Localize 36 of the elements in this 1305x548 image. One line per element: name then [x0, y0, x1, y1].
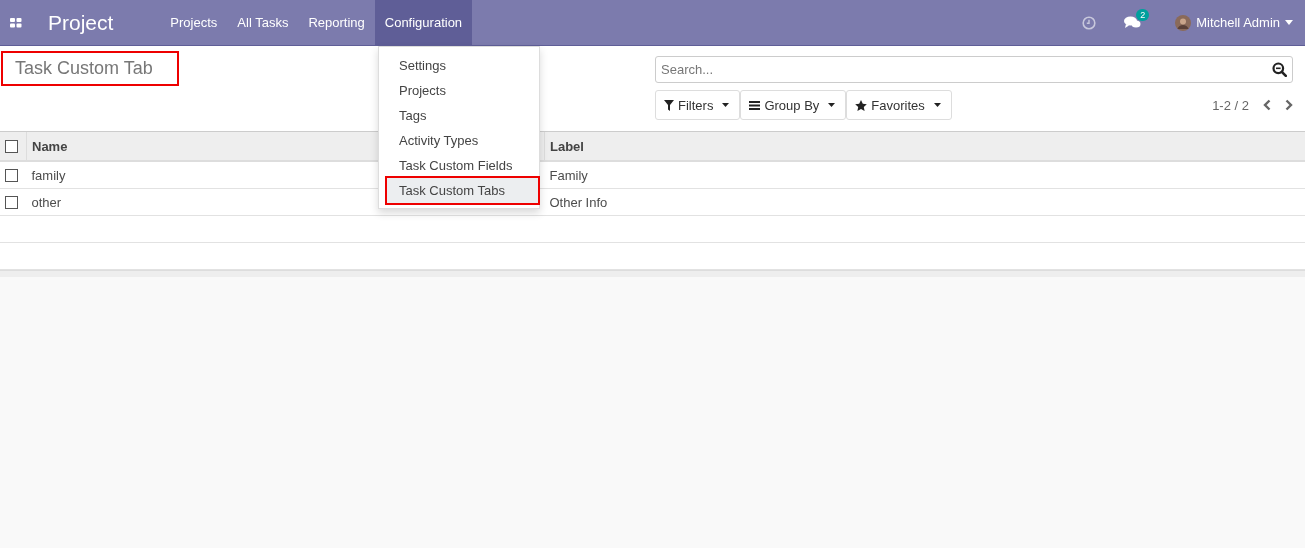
menu-tab[interactable]: Reporting [298, 0, 375, 45]
menu-tab[interactable]: Configuration [374, 0, 473, 45]
dropdown-item[interactable]: Tags [387, 103, 538, 128]
search-field[interactable]: Search... [655, 56, 1293, 83]
previous-icon[interactable] [1263, 99, 1271, 111]
caret-icon [933, 103, 941, 107]
message-count-badge: 2 [1136, 9, 1150, 21]
filter-dropdown-button[interactable]: Group By [740, 90, 847, 120]
list-icon [749, 100, 761, 110]
chat-icon[interactable] [1124, 16, 1142, 29]
pager-value: 1-2 / 2 [1212, 97, 1249, 113]
user-menu[interactable]: Mitchell Admin [1175, 14, 1293, 31]
table-cell: Family [544, 161, 1305, 189]
app-name: Project [48, 10, 114, 35]
filter-dropdown-button[interactable]: Favorites [846, 90, 952, 120]
table-cell: Other Info [544, 188, 1305, 216]
page-title: Task Custom Tab [1, 51, 179, 86]
row-checkbox[interactable] [5, 168, 18, 182]
menu-tab[interactable]: All Tasks [227, 0, 299, 45]
column-header[interactable]: Label [544, 132, 1305, 161]
filter-dropdown-button[interactable]: Filters [655, 90, 741, 120]
select-all-checkbox[interactable] [5, 139, 18, 153]
caret-icon [722, 103, 730, 107]
dropdown-item[interactable]: Settings [387, 53, 538, 78]
funnel-icon [664, 99, 674, 111]
dropdown-item[interactable]: Task Custom Tabs [387, 178, 538, 203]
star-icon [855, 99, 868, 111]
menu-tab[interactable]: Projects [160, 0, 228, 45]
row-checkbox[interactable] [5, 195, 18, 209]
apps-grid-icon[interactable] [10, 17, 22, 28]
caret-icon [1285, 20, 1293, 25]
dropdown-item[interactable]: Projects [387, 78, 538, 103]
search-icon[interactable] [1272, 62, 1287, 77]
next-icon[interactable] [1285, 99, 1293, 111]
avatar-icon [1175, 14, 1192, 31]
caret-icon [828, 103, 836, 107]
